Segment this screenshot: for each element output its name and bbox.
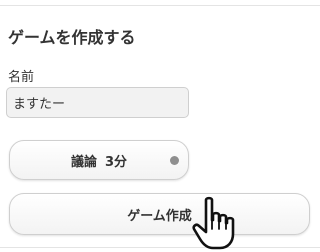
discussion-label: 議論: [70, 154, 97, 170]
create-game-panel: ゲームを作成する 名前 議論 3分 ゲーム作成: [0, 0, 320, 252]
radio-dot-icon: [170, 156, 179, 165]
create-game-button-label: ゲーム作成: [127, 208, 192, 224]
name-label: 名前: [8, 70, 35, 85]
bottom-divider: [0, 247, 320, 248]
top-divider: [0, 5, 320, 6]
discussion-time-button[interactable]: 議論 3分: [9, 140, 189, 180]
discussion-minutes: 3分: [104, 154, 128, 170]
section-title: ゲームを作成する: [8, 28, 136, 47]
hand-pointer-icon: [192, 196, 235, 250]
name-input[interactable]: [6, 87, 189, 118]
create-game-button[interactable]: ゲーム作成: [9, 193, 310, 235]
